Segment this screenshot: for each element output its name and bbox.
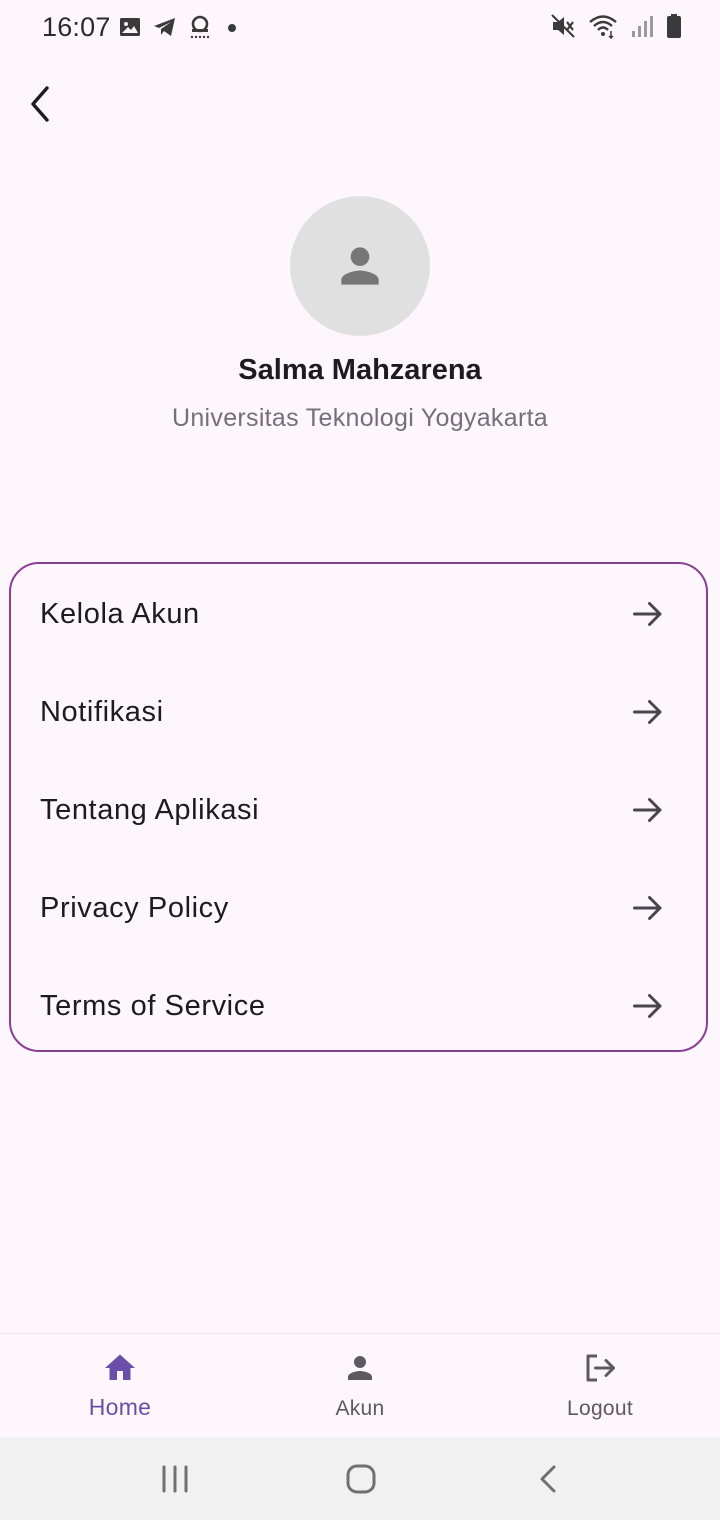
person-icon bbox=[348, 1356, 372, 1380]
nav-label-akun: Akun bbox=[335, 1397, 385, 1420]
nav-item-akun[interactable]: Akun bbox=[240, 1334, 480, 1438]
bottom-nav: Home Akun Logout bbox=[0, 1333, 720, 1438]
podcast-icon bbox=[190, 15, 210, 39]
nav-item-home[interactable]: Home bbox=[0, 1334, 240, 1438]
image-icon bbox=[120, 18, 140, 36]
arrow-right-icon bbox=[633, 896, 662, 920]
arrow-right-icon bbox=[633, 994, 662, 1018]
menu-item-label: Notifikasi bbox=[40, 695, 164, 728]
menu-item-label: Privacy Policy bbox=[40, 891, 229, 924]
status-time: 16:07 bbox=[42, 12, 111, 42]
menu-item-tentang-aplikasi[interactable]: Tentang Aplikasi bbox=[11, 761, 706, 859]
nav-label-home: Home bbox=[88, 1394, 152, 1420]
nav-item-logout[interactable]: Logout bbox=[480, 1334, 720, 1438]
home-circle-icon[interactable] bbox=[341, 1459, 381, 1499]
dot-icon bbox=[228, 24, 236, 32]
logout-icon bbox=[586, 1354, 615, 1382]
back-arrow-icon bbox=[31, 86, 49, 122]
arrow-right-icon bbox=[633, 602, 662, 626]
back-button[interactable] bbox=[14, 78, 66, 130]
menu-card: Kelola Akun Notifikasi Tentang Aplikasi … bbox=[9, 562, 708, 1052]
nav-label-logout: Logout bbox=[566, 1397, 634, 1420]
menu-item-terms-of-service[interactable]: Terms of Service bbox=[11, 957, 706, 1055]
status-left-icons bbox=[118, 14, 242, 40]
telegram-icon bbox=[154, 18, 175, 36]
battery-icon bbox=[667, 14, 681, 38]
menu-item-label: Tentang Aplikasi bbox=[40, 793, 260, 826]
wifi-icon bbox=[589, 15, 617, 39]
mute-icon bbox=[551, 14, 575, 38]
status-bar: 16:07 bbox=[0, 0, 720, 56]
arrow-right-icon bbox=[633, 700, 662, 724]
signal-icon bbox=[632, 16, 653, 37]
person-icon bbox=[341, 247, 379, 285]
home-icon bbox=[105, 1354, 135, 1380]
recent-apps-icon[interactable] bbox=[155, 1459, 195, 1499]
arrow-right-icon bbox=[633, 798, 662, 822]
status-right-icons bbox=[550, 13, 682, 39]
menu-item-label: Terms of Service bbox=[40, 989, 266, 1022]
menu-item-label: Kelola Akun bbox=[40, 597, 200, 630]
system-back-icon[interactable] bbox=[529, 1459, 569, 1499]
menu-item-kelola-akun[interactable]: Kelola Akun bbox=[11, 565, 706, 663]
menu-item-notifikasi[interactable]: Notifikasi bbox=[11, 663, 706, 761]
profile-organization: Universitas Teknologi Yogyakarta bbox=[171, 404, 549, 432]
menu-item-privacy-policy[interactable]: Privacy Policy bbox=[11, 859, 706, 957]
profile-name: Salma Mahzarena bbox=[238, 354, 482, 386]
avatar bbox=[290, 196, 430, 336]
system-nav bbox=[0, 1437, 720, 1520]
